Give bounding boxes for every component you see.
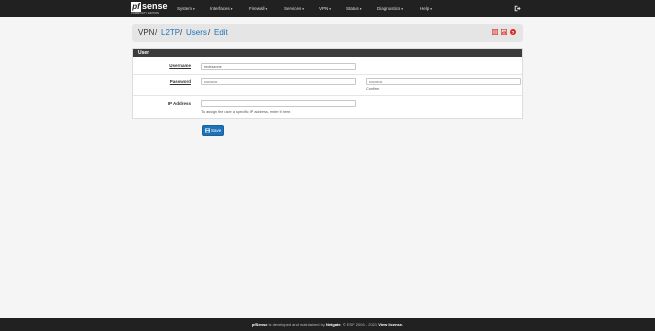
username-label: Username bbox=[169, 63, 191, 68]
nav-menu-label: System bbox=[177, 6, 193, 11]
nav-menu-system[interactable]: System▾ bbox=[177, 0, 195, 17]
nav-menu-label: Services bbox=[284, 6, 302, 11]
breadcrumb: VPN / L2TP / Users / Edit ? bbox=[132, 24, 523, 42]
footer-text: is developed and maintained by bbox=[267, 322, 326, 327]
footer-license-link[interactable]: View license. bbox=[378, 322, 403, 327]
save-button-label: Save bbox=[211, 128, 222, 133]
footer-copyright: . © ESF 2004 - 2021 bbox=[340, 322, 379, 327]
footer-pfsense: pfSense bbox=[251, 322, 268, 327]
password-confirm-input[interactable] bbox=[366, 78, 521, 85]
logo-sense-text: sense bbox=[142, 1, 168, 11]
nav-menu-vpn[interactable]: VPN▾ bbox=[319, 0, 331, 17]
nav-menu-diagnostics[interactable]: Diagnostics▾ bbox=[377, 0, 403, 17]
breadcrumb-vpn: VPN bbox=[138, 28, 155, 37]
help-icon[interactable]: ? bbox=[510, 29, 516, 35]
nav-menu-label: Help bbox=[420, 6, 430, 11]
caret-down-icon: ▾ bbox=[230, 7, 233, 11]
caret-down-icon: ▾ bbox=[302, 7, 305, 11]
save-button[interactable]: Save bbox=[202, 125, 224, 136]
nav-menu-label: Status bbox=[346, 6, 359, 11]
breadcrumb-separator: / bbox=[208, 28, 211, 37]
row-divider bbox=[133, 95, 522, 96]
ip-address-label: IP Address bbox=[167, 101, 191, 106]
nav-menu-services[interactable]: Services▾ bbox=[284, 0, 304, 17]
row-divider bbox=[133, 74, 522, 75]
user-panel: User Username Password Confirm IP Addres… bbox=[132, 48, 523, 119]
breadcrumb-l2tp[interactable]: L2TP bbox=[161, 28, 180, 38]
nav-menu-label: Diagnostics bbox=[377, 6, 401, 11]
ip-address-help-text: To assign the user a specific IP address… bbox=[201, 110, 292, 114]
confirm-help-text: Confirm bbox=[366, 87, 380, 91]
logout-icon[interactable] bbox=[514, 5, 521, 12]
top-navbar: pf sense COMMUNITY EDITION System▾ Interf… bbox=[0, 0, 655, 17]
nav-menu-status[interactable]: Status▾ bbox=[346, 0, 362, 17]
nav-menu-interfaces[interactable]: Interfaces▾ bbox=[210, 0, 233, 17]
username-input[interactable] bbox=[201, 63, 356, 70]
caret-down-icon: ▾ bbox=[265, 7, 268, 11]
footer-netgate-link[interactable]: Netgate bbox=[326, 322, 341, 327]
caret-down-icon: ▾ bbox=[193, 7, 195, 11]
footer: pfSense is developed and maintained by N… bbox=[0, 318, 655, 331]
logo-edition-text: COMMUNITY EDITION bbox=[131, 12, 159, 15]
ip-address-input[interactable] bbox=[201, 100, 356, 107]
caret-down-icon: ▾ bbox=[401, 7, 404, 11]
caret-down-icon: ▾ bbox=[430, 7, 433, 11]
save-icon bbox=[205, 128, 210, 133]
password-label: Password bbox=[169, 79, 191, 84]
nav-menu-label: Interfaces bbox=[210, 6, 230, 11]
breadcrumb-edit[interactable]: Edit bbox=[214, 28, 228, 38]
nav-menu-firewall[interactable]: Firewall▾ bbox=[249, 0, 267, 17]
sliders-icon[interactable] bbox=[492, 29, 498, 35]
nav-menu-label: Firewall bbox=[249, 6, 265, 11]
nav-menu-label: VPN bbox=[319, 6, 329, 11]
panel-title: User bbox=[133, 49, 522, 57]
chart-icon[interactable] bbox=[501, 29, 507, 35]
breadcrumb-users[interactable]: Users bbox=[186, 28, 207, 38]
breadcrumb-separator: / bbox=[180, 28, 183, 37]
logo-pf-box: pf bbox=[131, 2, 141, 12]
caret-down-icon: ▾ bbox=[359, 7, 362, 11]
password-input[interactable] bbox=[201, 78, 356, 85]
pfsense-logo[interactable]: pf sense COMMUNITY EDITION bbox=[131, 1, 171, 16]
nav-menu-help[interactable]: Help▾ bbox=[420, 0, 432, 17]
caret-down-icon: ▾ bbox=[329, 7, 332, 11]
breadcrumb-separator: / bbox=[155, 28, 158, 37]
svg-text:?: ? bbox=[512, 30, 515, 35]
